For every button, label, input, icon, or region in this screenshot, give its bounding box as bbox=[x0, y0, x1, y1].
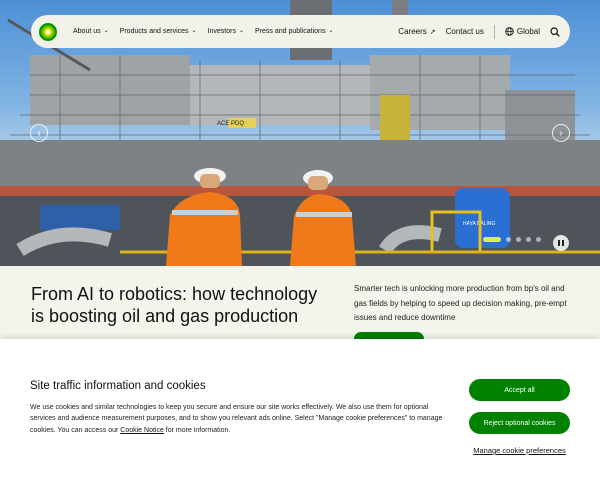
carousel-dot-5[interactable] bbox=[536, 237, 541, 242]
top-navigation: About us ⌄ Products and services ⌄ Investo… bbox=[31, 15, 570, 48]
contact-us-link[interactable]: Contact us bbox=[446, 27, 484, 36]
search-button[interactable] bbox=[550, 26, 560, 37]
carousel-pause-button[interactable] bbox=[553, 235, 569, 251]
manage-cookie-preferences-link[interactable]: Manage cookie preferences bbox=[469, 446, 570, 455]
nav-item-products-and-services[interactable]: Products and services ⌄ bbox=[120, 27, 197, 36]
carousel-dot-3[interactable] bbox=[516, 237, 521, 242]
cookie-notice-link[interactable]: Cookie Notice bbox=[120, 427, 164, 434]
external-link-icon: ↗ bbox=[429, 28, 436, 36]
carousel-next-button[interactable]: › bbox=[552, 124, 570, 142]
carousel-dot-2[interactable] bbox=[506, 237, 511, 242]
carousel-dot-1[interactable] bbox=[483, 237, 501, 242]
article-summary: Smarter tech is unlocking more productio… bbox=[354, 284, 567, 322]
search-icon bbox=[550, 26, 560, 37]
nav-item-press-and-publications[interactable]: Press and publications ⌄ bbox=[255, 27, 334, 36]
carousel-dot-4[interactable] bbox=[526, 237, 531, 242]
globe-icon bbox=[505, 27, 514, 36]
chevron-right-icon: › bbox=[559, 127, 563, 139]
divider bbox=[493, 24, 495, 39]
reject-optional-cookies-button[interactable]: Reject optional cookies bbox=[469, 412, 570, 434]
chevron-down-icon: ⌄ bbox=[103, 27, 109, 34]
chevron-down-icon: ⌄ bbox=[191, 27, 197, 34]
bp-logo-icon[interactable] bbox=[37, 21, 59, 43]
primary-nav-links: About us ⌄ Products and services ⌄ Investo… bbox=[73, 27, 334, 36]
article-headline[interactable]: From AI to robotics: how technology is b… bbox=[31, 283, 331, 327]
utility-nav: Careers ↗ Contact us Global bbox=[398, 24, 560, 39]
global-selector[interactable]: Global bbox=[505, 27, 540, 36]
carousel-prev-button[interactable]: ‹ bbox=[30, 124, 48, 142]
sign-text: ACE PDQ bbox=[217, 121, 244, 127]
chevron-down-icon: ⌄ bbox=[328, 27, 334, 34]
accept-all-button[interactable]: Accept all bbox=[469, 379, 570, 401]
cookie-title: Site traffic information and cookies bbox=[30, 380, 206, 392]
nav-item-about-us[interactable]: About us ⌄ bbox=[73, 27, 109, 36]
chevron-down-icon: ⌄ bbox=[238, 27, 245, 34]
cookie-banner: Site traffic information and cookies We … bbox=[0, 339, 600, 480]
carousel-indicators bbox=[483, 237, 541, 242]
page: ACE PDQ HAYA BALING ‹ › About us ⌄ Produ… bbox=[0, 0, 600, 480]
chevron-left-icon: ‹ bbox=[37, 127, 41, 139]
careers-link[interactable]: Careers ↗ bbox=[398, 27, 435, 36]
cookie-body: We use cookies and similar technologies … bbox=[30, 404, 443, 434]
pause-icon bbox=[558, 240, 560, 246]
nav-item-investors[interactable]: Investors ⌄ bbox=[208, 27, 245, 36]
